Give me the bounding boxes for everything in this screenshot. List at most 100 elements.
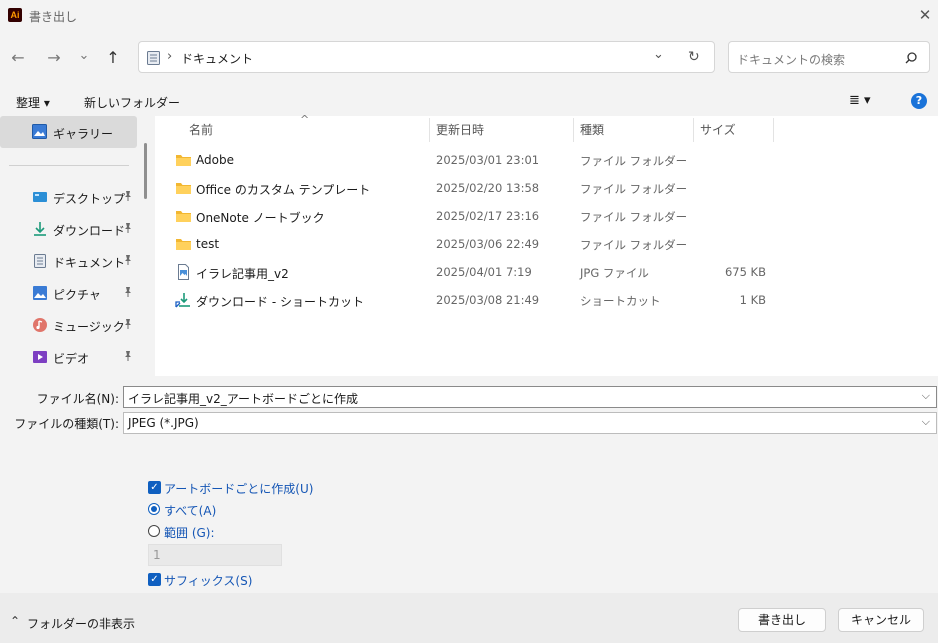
file-row[interactable]: Office のカスタム テンプレート 2025/02/20 13:58 ファイ… [155,174,938,202]
chevron-up-icon[interactable]: ⌃ [10,614,20,628]
sidebar-item-pictures[interactable]: ピクチャ [0,281,140,305]
per-artboard-checkbox[interactable]: ✓ [148,481,161,494]
chevron-down-icon[interactable]: ⌵ [922,415,930,429]
filename-input[interactable]: イラレ記事用_v2_アートボードごとに作成 ⌵ [123,386,937,408]
forward-arrow-icon[interactable]: → [43,47,65,69]
new-folder-button[interactable]: 新しいフォルダー [84,94,180,111]
column-divider[interactable] [693,118,694,142]
all-artboards-radio[interactable] [148,503,160,515]
shortcut-icon [175,293,190,308]
search-placeholder: ドキュメントの検索 [737,53,846,67]
sidebar-item-label: ミュージック [53,320,125,334]
file-name: OneNote ノートブック [196,211,325,225]
file-modified: 2025/02/17 23:16 [436,209,540,223]
file-name: Adobe [196,153,234,167]
export-button[interactable]: 書き出し [738,608,826,632]
column-header-modified[interactable]: 更新日時 [436,121,484,138]
sidebar-item-downloads[interactable]: ダウンロード [0,217,140,241]
column-divider[interactable] [573,118,574,142]
range-input[interactable]: 1 [148,544,282,566]
file-modified: 2025/03/08 21:49 [436,293,540,307]
filename-value: イラレ記事用_v2_アートボードごとに作成 [128,392,359,406]
file-modified: 2025/03/06 22:49 [436,237,540,251]
per-artboard-label[interactable]: アートボードごとに作成(U) [164,480,313,497]
breadcrumb-separator-icon: › [167,49,173,64]
sidebar-item-documents[interactable]: ドキュメント [0,249,140,273]
sidebar-item-label: デスクトップ [53,192,126,206]
folder-icon [176,239,191,250]
suffix-checkbox[interactable]: ✓ [148,573,161,586]
pin-icon[interactable] [122,190,134,202]
document-icon [34,254,46,268]
sidebar-scrollbar[interactable] [144,143,147,199]
search-icon[interactable] [905,52,917,64]
file-modified: 2025/04/01 7:19 [436,265,532,279]
video-icon [33,351,47,363]
file-row[interactable]: ダウンロード - ショートカット 2025/03/08 21:49 ショートカッ… [155,286,938,314]
column-divider[interactable] [429,118,430,142]
pin-icon[interactable] [122,350,134,362]
file-type: ファイル フォルダー [580,238,688,252]
sidebar-item-label: ギャラリー [53,127,114,141]
organize-menu-button[interactable]: 整理 ▾ [16,94,50,111]
chevron-down-icon[interactable]: ⌵ [922,389,930,403]
help-icon[interactable]: ? [911,93,927,109]
pin-icon[interactable] [122,254,134,266]
sort-ascending-icon: ^ [300,113,310,126]
address-dropdown-chevron-icon[interactable]: ⌄ [653,47,664,62]
sidebar-item-label: ダウンロード [53,224,126,238]
sidebar-item-label: ドキュメント [53,256,126,270]
pin-icon[interactable] [122,318,134,330]
file-row[interactable]: test 2025/03/06 22:49 ファイル フォルダー [155,230,938,258]
file-modified: 2025/02/20 13:58 [436,181,540,195]
sidebar-item-music[interactable]: ミュージック [0,313,140,337]
column-header-type[interactable]: 種類 [580,121,604,138]
pin-icon[interactable] [122,222,134,234]
column-header-name[interactable]: 名前 [189,121,213,138]
hide-folders-button[interactable]: フォルダーの非表示 [27,615,135,632]
file-type: ファイル フォルダー [580,182,688,196]
view-options-icon[interactable]: ≣ ▾ [849,93,871,108]
up-arrow-icon[interactable]: ↑ [102,47,124,69]
all-artboards-label[interactable]: すべて(A) [164,502,216,519]
breadcrumb-documents[interactable]: ドキュメント [181,50,253,67]
refresh-icon[interactable]: ↻ [688,49,700,65]
document-icon [147,51,160,65]
range-label[interactable]: 範囲 (G): [164,524,215,541]
filetype-label: ファイルの種類(T): [14,417,119,431]
column-divider[interactable] [773,118,774,142]
filetype-select[interactable]: JPEG (*.JPG) ⌵ [123,412,937,434]
folder-icon [176,211,191,222]
suffix-label[interactable]: サフィックス(S) [164,572,252,589]
music-icon [33,318,47,332]
search-input[interactable]: ドキュメントの検索 [728,41,930,73]
pin-icon[interactable] [122,286,134,298]
file-name: イラレ記事用_v2 [196,267,289,281]
sidebar-item-desktop[interactable]: デスクトップ [0,185,140,209]
file-row[interactable]: OneNote ノートブック 2025/02/17 23:16 ファイル フォル… [155,202,938,230]
navigation-pane [0,116,155,376]
window-title: 書き出し [29,10,78,24]
file-type: ファイル フォルダー [580,210,688,224]
file-type: JPG ファイル [580,266,649,280]
pictures-icon [33,286,47,300]
column-header-size[interactable]: サイズ [700,121,736,138]
sidebar-item-label: ピクチャ [53,288,101,302]
sidebar-item-label: ビデオ [53,352,90,366]
recent-locations-chevron-icon[interactable]: ⌄ [73,45,95,67]
sidebar-divider [9,165,129,166]
close-icon[interactable]: ✕ [916,6,934,24]
sidebar-item-videos[interactable]: ビデオ [0,345,140,369]
file-type: ショートカット [580,294,661,308]
folder-icon [176,183,191,194]
sidebar-item-gallery[interactable]: ギャラリー [0,116,137,148]
range-radio[interactable] [148,525,160,537]
file-row[interactable]: イラレ記事用_v2 2025/04/01 7:19 JPG ファイル 675 K… [155,258,938,286]
file-row[interactable]: Adobe 2025/03/01 23:01 ファイル フォルダー [155,146,938,174]
back-arrow-icon[interactable]: ← [7,47,29,69]
range-value: 1 [153,548,161,562]
cancel-button[interactable]: キャンセル [838,608,924,632]
filetype-value: JPEG (*.JPG) [128,416,199,430]
file-type: ファイル フォルダー [580,154,688,168]
address-bar[interactable]: › ドキュメント ⌄ ↻ [138,41,715,73]
